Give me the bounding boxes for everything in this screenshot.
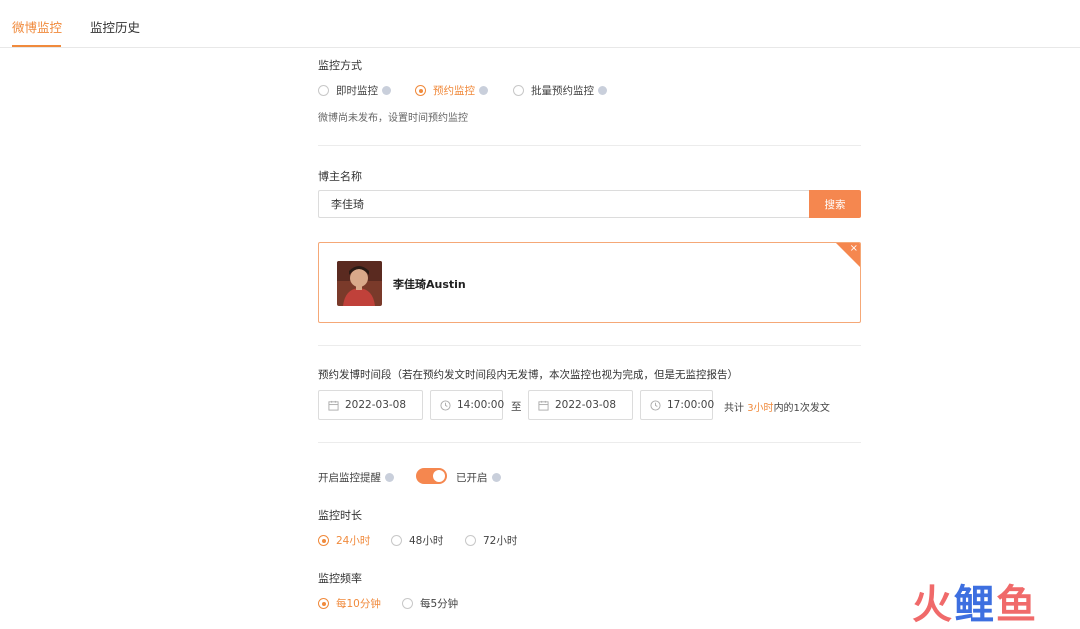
calendar-icon xyxy=(328,400,339,411)
start-date-value: 2022-03-08 xyxy=(345,399,407,411)
watermark-char-3: 鱼 xyxy=(996,582,1038,628)
info-icon[interactable] xyxy=(598,86,607,95)
range-separator: 至 xyxy=(511,401,522,413)
summary-prefix: 共计 xyxy=(724,403,744,414)
radio-scheduled-monitor[interactable]: 预约监控 xyxy=(415,83,488,98)
calendar-icon xyxy=(538,400,549,411)
tab-bar: 微博监控 监控历史 xyxy=(0,0,1080,48)
radio-label: 72小时 xyxy=(483,535,518,547)
frequency-label: 监控频率 xyxy=(318,572,362,585)
start-time-picker[interactable]: 14:00:00 xyxy=(430,390,505,420)
info-icon[interactable] xyxy=(382,86,391,95)
radio-label: 预约监控 xyxy=(433,85,475,97)
blogger-search-input[interactable] xyxy=(318,190,809,218)
tab-weibo-monitor[interactable]: 微博监控 xyxy=(12,17,62,36)
radio-label: 批量预约监控 xyxy=(531,85,594,97)
radio-circle xyxy=(513,85,524,96)
info-icon[interactable] xyxy=(385,473,394,482)
monitor-mode-hint: 微博尚未发布，设置时间预约监控 xyxy=(318,113,468,124)
radio-instant-monitor[interactable]: 即时监控 xyxy=(318,83,391,98)
radio-circle-checked xyxy=(415,85,426,96)
radio-duration-24h[interactable]: 24小时 xyxy=(318,533,370,548)
radio-label: 即时监控 xyxy=(336,85,378,97)
blogger-result-card[interactable]: 李佳琦Austin × xyxy=(318,242,861,323)
radio-label: 每5分钟 xyxy=(420,598,459,610)
radio-frequency-5min[interactable]: 每5分钟 xyxy=(402,596,458,611)
clock-icon xyxy=(440,399,451,411)
active-tab-indicator xyxy=(12,45,61,47)
close-icon[interactable]: × xyxy=(850,243,858,255)
radio-batch-scheduled-monitor[interactable]: 批量预约监控 xyxy=(513,83,607,98)
radio-circle-checked xyxy=(318,598,329,609)
divider xyxy=(318,145,861,146)
radio-circle xyxy=(318,85,329,96)
reminder-label: 开启监控提醒 xyxy=(318,472,381,484)
info-icon[interactable] xyxy=(479,86,488,95)
radio-frequency-10min[interactable]: 每10分钟 xyxy=(318,596,381,611)
radio-duration-48h[interactable]: 48小时 xyxy=(391,533,443,548)
radio-circle-checked xyxy=(318,535,329,546)
blogger-name-label: 博主名称 xyxy=(318,170,362,183)
duration-label: 监控时长 xyxy=(318,509,362,522)
toggle-knob xyxy=(433,470,445,482)
clock-icon xyxy=(650,399,661,411)
summary-suffix: 内的1次发文 xyxy=(773,403,830,414)
avatar xyxy=(337,261,382,306)
watermark-char-2: 鲤 xyxy=(954,582,996,628)
divider xyxy=(318,345,861,346)
radio-label: 24小时 xyxy=(336,535,371,547)
watermark-char-1: 火 xyxy=(912,582,954,628)
radio-circle xyxy=(465,535,476,546)
reminder-status-row: 已开启 xyxy=(456,470,501,485)
start-date-picker[interactable]: 2022-03-08 xyxy=(318,390,423,420)
blogger-result-name: 李佳琦Austin xyxy=(393,278,466,291)
radio-circle xyxy=(391,535,402,546)
end-time-picker[interactable]: 17:00:00 xyxy=(640,390,715,420)
reminder-status: 已开启 xyxy=(456,472,488,484)
end-time-value: 17:00:00 xyxy=(667,399,715,411)
schedule-summary: 共计 3小时内的1次发文 xyxy=(724,399,830,414)
end-date-picker[interactable]: 2022-03-08 xyxy=(528,390,633,420)
radio-label: 48小时 xyxy=(409,535,444,547)
reminder-label-row: 开启监控提醒 xyxy=(318,470,394,485)
schedule-label: 预约发博时间段（若在预约发文时间段内无发博，本次监控也视为完成，但是无监控报告） xyxy=(318,369,738,381)
summary-hours: 3小时 xyxy=(747,403,774,414)
info-icon[interactable] xyxy=(491,473,501,482)
monitor-mode-label: 监控方式 xyxy=(318,59,362,72)
end-date-value: 2022-03-08 xyxy=(555,399,617,411)
watermark-logo: 火 鲤 鱼 xyxy=(912,584,1038,626)
search-button[interactable]: 搜索 xyxy=(809,190,861,218)
radio-label: 每10分钟 xyxy=(336,598,381,610)
start-time-value: 14:00:00 xyxy=(457,399,505,411)
divider xyxy=(318,442,861,443)
tab-monitor-history[interactable]: 监控历史 xyxy=(90,17,140,36)
radio-circle xyxy=(402,598,413,609)
reminder-toggle[interactable] xyxy=(416,468,447,484)
radio-duration-72h[interactable]: 72小时 xyxy=(465,533,517,548)
